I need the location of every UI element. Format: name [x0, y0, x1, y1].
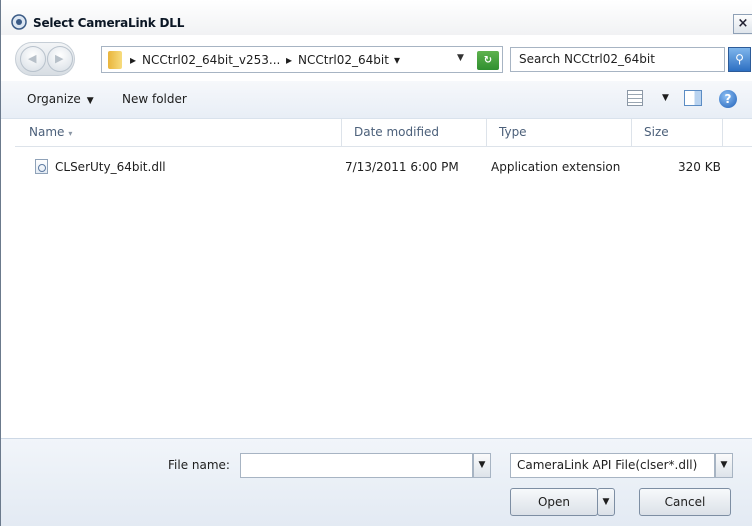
- help-icon[interactable]: ?: [719, 90, 737, 108]
- breadcrumb-item[interactable]: NCCtrl02_64bit: [298, 53, 389, 67]
- organize-label: Organize: [27, 92, 81, 106]
- forward-button[interactable]: ▶: [47, 46, 73, 72]
- back-button[interactable]: ◀: [20, 46, 46, 72]
- search-icon[interactable]: ⚲: [728, 47, 751, 72]
- column-header-size[interactable]: Size: [632, 119, 723, 147]
- search-input[interactable]: Search NCCtrl02_64bit: [510, 47, 725, 72]
- organize-button[interactable]: Organize ▼: [27, 92, 94, 106]
- back-arrow-icon: ◀: [28, 52, 37, 65]
- forward-arrow-icon: ▶: [55, 52, 64, 65]
- file-row[interactable]: CLSerUty_64bit.dll 7/13/2011 6:00 PM App…: [25, 156, 745, 178]
- dll-file-icon: [35, 159, 48, 174]
- breadcrumb-separator-icon[interactable]: ▾: [394, 53, 400, 67]
- address-dropdown-icon[interactable]: ▼: [457, 53, 464, 63]
- change-view-icon[interactable]: [627, 90, 643, 106]
- file-date: 7/13/2011 6:00 PM: [345, 160, 459, 174]
- address-row: ◀ ▶ ▸ NCCtrl02_64bit_v253... ▸ NCCtrl02_…: [1, 42, 752, 78]
- file-name-label: File name:: [168, 458, 230, 472]
- camera-app-icon: [11, 14, 27, 30]
- sort-indicator-icon: ▾: [68, 129, 73, 138]
- breadcrumb-separator-icon[interactable]: ▸: [130, 53, 136, 67]
- cancel-button[interactable]: Cancel: [639, 488, 731, 516]
- open-button[interactable]: Open: [510, 488, 598, 516]
- column-header-type[interactable]: Type: [487, 119, 632, 147]
- filter-dropdown-icon[interactable]: ▼: [715, 453, 733, 478]
- file-name-input[interactable]: [240, 453, 473, 478]
- file-type: Application extension: [491, 160, 621, 174]
- command-toolbar: Organize ▼ New folder ▼ ?: [1, 81, 752, 119]
- column-header-date[interactable]: Date modified: [342, 119, 487, 147]
- window-title: Select CameraLink DLL: [33, 16, 185, 30]
- folder-icon: [108, 51, 122, 69]
- breadcrumb-item[interactable]: NCCtrl02_64bit_v253...: [142, 53, 280, 67]
- close-button[interactable]: ×: [733, 14, 752, 34]
- file-list[interactable]: CLSerUty_64bit.dll 7/13/2011 6:00 PM App…: [15, 148, 752, 438]
- new-folder-button[interactable]: New folder: [122, 92, 187, 106]
- address-bar[interactable]: ▸ NCCtrl02_64bit_v253... ▸ NCCtrl02_64bi…: [101, 46, 503, 73]
- file-dialog-window: Select CameraLink DLL × ◀ ▶ ▸ NCCtrl02_6…: [0, 0, 752, 526]
- column-header-name[interactable]: Name ▾: [15, 119, 342, 147]
- file-size: 320 KB: [678, 160, 721, 174]
- open-options-dropdown-icon[interactable]: ▼: [597, 488, 615, 516]
- refresh-button[interactable]: ↻: [477, 51, 499, 70]
- dialog-footer: File name: ▼ CameraLink API File(clser*.…: [1, 438, 752, 526]
- chevron-down-icon: ▼: [86, 96, 94, 106]
- breadcrumb-separator-icon[interactable]: ▸: [286, 53, 292, 67]
- file-type-filter-select[interactable]: CameraLink API File(clser*.dll): [510, 453, 715, 478]
- column-header-name-label: Name: [29, 125, 65, 139]
- file-name-dropdown-icon[interactable]: ▼: [473, 453, 491, 478]
- column-headers: Name ▾ Date modified Type Size: [15, 119, 752, 147]
- title-bar[interactable]: Select CameraLink DLL ×: [1, 0, 752, 35]
- view-options-dropdown-icon[interactable]: ▼: [662, 93, 669, 103]
- preview-pane-icon[interactable]: [684, 90, 702, 106]
- file-name: CLSerUty_64bit.dll: [55, 160, 166, 174]
